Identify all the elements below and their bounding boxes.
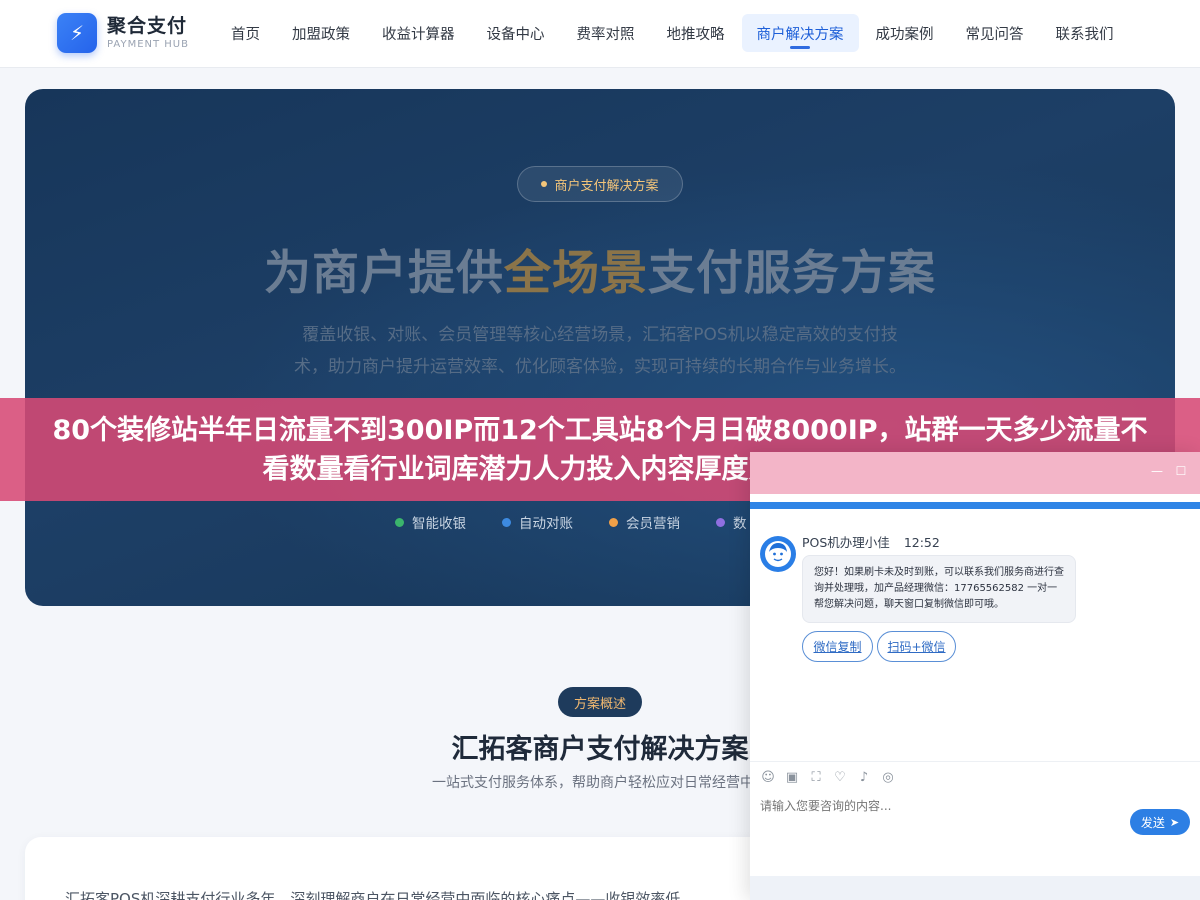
hero-tag: 智能收银 [395,512,466,532]
hero-description: 覆盖收银、对账、会员管理等核心经营场景，汇拓客POS机以稳定高效的支付技术，助力… [294,325,906,377]
message-bubble: 您好！如果刷卡未及时到账，可以联系我们服务商进行查询并处理哦，加产品经理微信：1… [802,555,1076,623]
chat-widget: — ☐ POS机办理小佳 12:52 您好！如果刷卡未及时到账，可以联系我们服务商… [750,452,1200,900]
logo-subtitle: PAYMENT HUB [107,39,189,50]
quick-reply-copy-wechat[interactable]: 微信复制 [802,631,873,662]
nav-item-calculator[interactable]: 收益计算器 [367,14,470,52]
tag-dot-icon [502,517,511,527]
hero-tag: 自动对账 [502,512,573,532]
tag-dot-icon [395,517,404,527]
hero-badge-label: 商户支付解决方案 [554,178,659,194]
dot-icon [541,181,548,187]
user-avatar-icon [765,541,791,567]
section-badge: 方案概述 [558,687,642,717]
hero-tag: 会员营销 [609,512,680,532]
hero-title-post: 支付服务方案 [648,246,936,301]
screenshot-icon[interactable]: ⛶ [808,770,824,786]
quick-reply-scan-wechat[interactable]: 扫码+微信 [877,631,956,662]
nav-item-home[interactable]: 首页 [216,14,275,52]
hero-tag-label: 数 [733,516,747,532]
hero-title: 为商户提供全场景支付服务方案 [25,234,1175,303]
site-header: ⚡ 聚合支付 PAYMENT HUB 首页 加盟政策 收益计算器 设备中心 费率… [0,0,1200,68]
hero-tag-label: 会员营销 [626,516,680,532]
maximize-icon[interactable]: ☐ [1174,464,1188,478]
hero-badge: 商户支付解决方案 [517,166,683,202]
lightning-icon: ⚡ [57,13,97,53]
send-button-label: 发送 [1140,815,1165,830]
agent-name-text: POS机办理小佳 [802,535,890,550]
image-icon[interactable]: ▣ [784,770,800,786]
chat-message-input[interactable] [760,799,1120,813]
minimize-icon[interactable]: — [1150,464,1164,478]
nav-item-faq[interactable]: 常见问答 [951,14,1039,52]
wechat-icon[interactable]: ◎ [880,770,896,786]
nav-item-devices[interactable]: 设备中心 [472,14,560,52]
agent-name: POS机办理小佳 12:52 [802,532,940,551]
chat-footer [750,876,1200,900]
message-time: 12:52 [903,535,940,550]
send-button[interactable]: 发送 ➤ [1130,809,1190,835]
nav-item-rates[interactable]: 费率对照 [562,14,650,52]
hero-title-highlight: 全场景 [504,246,648,301]
hero-title-pre: 为商户提供 [264,246,504,301]
chat-accent-bar [750,502,1200,509]
chat-toolbar: ☺ ▣ ⛶ ♡ ♪ ◎ [760,770,904,786]
logo-name: 聚合支付 [107,15,188,37]
intro-card-text: 汇拓客POS机深耕支付行业多年，深刻理解商户在日常经营中面临的核心痛点——收银效… [65,890,681,900]
send-arrow-icon: ➤ [1169,815,1180,829]
nav-item-guide[interactable]: 地推攻略 [652,14,740,52]
divider [750,761,1200,762]
nav-item-cases[interactable]: 成功案例 [861,14,949,52]
nav-item-solutions[interactable]: 商户解决方案 [741,14,859,52]
tag-dot-icon [609,517,618,527]
emoji-icon[interactable]: ☺ [760,770,776,786]
logo[interactable]: ⚡ 聚合支付 PAYMENT HUB [57,13,189,53]
nav-item-contact[interactable]: 联系我们 [1041,14,1129,52]
evaluate-icon[interactable]: ♡ [832,770,848,786]
hero-tag: 数 [716,512,747,532]
hero-tag-label: 智能收银 [412,516,466,532]
chat-titlebar: — ☐ [750,452,1200,494]
agent-avatar [760,536,796,572]
nav-item-franchise[interactable]: 加盟政策 [277,14,365,52]
hero-tags: 智能收银 自动对账 会员营销 数 [395,512,783,532]
tag-dot-icon [716,517,725,527]
main-nav: 首页 加盟政策 收益计算器 设备中心 费率对照 地推攻略 商户解决方案 成功案例… [216,14,1131,52]
sound-icon[interactable]: ♪ [856,770,872,786]
hero-tag-label: 自动对账 [519,516,573,532]
